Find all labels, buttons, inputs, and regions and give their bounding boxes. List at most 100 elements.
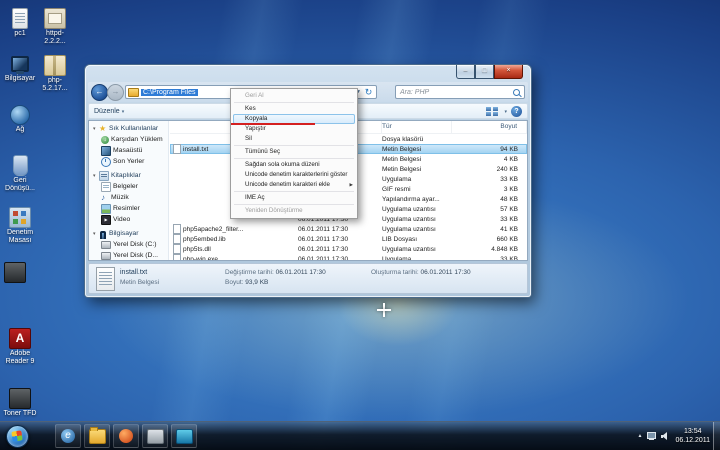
start-button[interactable] [6,425,29,448]
file-row[interactable]: php-win.exe 06.01.2011 17:30 Uygulama 33… [170,254,527,260]
created-value: 06.01.2011 17:30 [421,269,471,276]
show-desktop-button[interactable] [713,422,720,450]
taskbar-button-app1[interactable] [142,424,168,448]
context-menu-item[interactable]: Unicode denetim karakterlerini göster ▶ [231,170,357,180]
desktop-icon-app[interactable] [0,262,30,284]
file-row[interactable]: php5embed.lib 06.01.2011 17:30 LIB Dosya… [170,234,527,244]
close-button[interactable]: × [494,65,523,79]
column-header-size[interactable]: Boyut [452,121,527,133]
volume-tray-icon[interactable] [661,432,670,440]
desktop-icon-recycle-bin[interactable]: Geri Dönüşü... [3,155,37,193]
sidebar-item[interactable]: ▾ Müzik [89,192,168,203]
context-menu-item[interactable]: ▶ [234,158,354,159]
forward-button[interactable]: → [107,84,124,101]
desktop-icon-adobe-reader[interactable]: Adobe Reader 9 [3,328,37,366]
context-menu-item[interactable]: Yeniden Dönüştürme ▶ [231,206,357,216]
text-file-icon [12,8,28,29]
sidebar-item[interactable]: ▾ Sık Kullanılanlar [89,123,168,134]
taskbar-button-app2[interactable] [171,424,197,448]
network-tray-icon[interactable] [647,432,656,440]
organize-button[interactable]: Düzenle [94,108,120,115]
sidebar-item-icon [101,146,111,156]
help-icon[interactable]: ? [511,106,522,117]
context-menu-item[interactable]: Unicode denetim karakteri ekle ▶ [231,180,357,190]
desktop-icon-php[interactable]: php-5.2.17... [38,55,72,93]
desktop-icon-pc1[interactable]: pc1 [3,8,37,38]
file-name-cell: php5apache2_filter... [170,224,298,234]
context-menu-item[interactable]: Sil ▶ [231,134,357,144]
sidebar-item[interactable]: ▾ Son Yerler [89,156,168,167]
context-menu-item[interactable]: IME Aç ▶ [231,193,357,203]
sidebar-item-icon [99,171,109,181]
sidebar-item[interactable]: ▾ Bilgisayar [89,228,168,239]
taskbar-button-ie[interactable] [55,424,81,448]
installer-icon [44,8,66,29]
menu-item-label: Kopyala [245,115,267,122]
context-menu-item[interactable]: ▶ [234,145,354,146]
desktop-icon-network[interactable]: Ağ [3,105,37,134]
desktop-icon-label: Denetim Masası [3,229,37,245]
window-controls: – □ × [456,65,523,79]
context-menu-item[interactable]: ▶ [234,191,354,192]
sidebar-item[interactable]: ▾ Belgeler [89,181,168,192]
change-view-icon[interactable] [486,107,498,116]
refresh-icon[interactable]: ↻ [363,86,374,98]
sidebar-item[interactable]: ▾ Resimler [89,203,168,214]
context-menu: Geri Al ▶ ▶ Kes ▶ Kopyala ▶ Yapıştır ▶ S… [230,88,358,219]
clock[interactable]: 13:54 06.12.2011 [675,427,710,446]
sidebar-item[interactable]: ▾ Video [89,214,168,225]
context-menu-item[interactable]: Tümünü Seç ▶ [231,147,357,157]
app-icon [4,262,26,283]
clock-date: 06.12.2011 [675,437,710,444]
context-menu-item[interactable]: ▶ [234,102,354,103]
sidebar-item[interactable]: ▾ Karşıdan Yüklem [89,134,168,145]
sidebar-item[interactable]: ▾ Yerel Disk (C:) [89,239,168,250]
organize-dropdown-icon[interactable]: ▾ [122,109,125,115]
back-button[interactable]: ← [91,84,108,101]
file-icon [173,144,181,154]
sidebar-item[interactable]: ▾ Yerel Disk (D... [89,250,168,260]
file-size: 94 KB [452,146,527,153]
context-menu-item[interactable]: Sağdan sola okuma düzeni ▶ [231,160,357,170]
sidebar-item-label: Müzik [111,194,129,201]
folder-icon [128,88,139,97]
search-icon[interactable] [513,89,520,96]
navigation-pane: ▾ Sık Kullanılanlar ▾ Karşıdan Yüklem ▾ … [89,121,169,260]
app-icon [147,429,164,444]
file-size: 33 KB [452,216,527,223]
address-path-selected[interactable]: C:\Program Files [141,89,198,96]
browser-icon [119,429,133,443]
desktop-icon-httpd[interactable]: httpd-2.2.2... [38,8,72,46]
file-row[interactable]: php5ts.dll 06.01.2011 17:30 Uygulama uza… [170,244,527,254]
control-panel-icon [9,207,31,228]
desktop-icon-label: Geri Dönüşü... [3,177,37,193]
sidebar-item-label: Son Yerler [113,158,144,165]
context-menu-item[interactable]: Kes ▶ [231,104,357,114]
computer-icon [10,55,30,74]
context-menu-item[interactable]: Geri Al ▶ [231,91,357,101]
search-box[interactable]: Ara: PHP [395,85,525,99]
file-row[interactable]: php5apache2_filter... 06.01.2011 17:30 U… [170,224,527,234]
desktop-icon-control-panel[interactable]: Denetim Masası [3,207,37,245]
file-icon [173,224,181,234]
selected-file-type: Metin Belgesi [120,279,159,286]
sidebar-item-icon [99,125,107,133]
desktop-icon-toner[interactable]: Toner TFD [3,388,37,418]
maximize-button[interactable]: □ [475,65,494,79]
windows-logo-icon [11,430,22,441]
sidebar-item[interactable]: ▾ Masaüstü [89,145,168,156]
context-menu-item[interactable]: ▶ [234,204,354,205]
views-dropdown-icon[interactable]: ▾ [504,109,507,115]
desktop-icon-computer[interactable]: Bilgisayar [3,55,37,83]
taskbar-button-explorer[interactable] [84,424,110,448]
column-header-type[interactable]: Tür [382,121,452,133]
context-menu-item[interactable]: Yapıştır ▶ [231,124,357,134]
app-icon [176,429,193,444]
sidebar-item-label: Bilgisayar [109,230,138,237]
minimize-button[interactable]: – [456,65,475,79]
sidebar-item[interactable]: ▾ Kitaplıklar [89,170,168,181]
hidden-icons-button[interactable]: ▲ [638,433,643,439]
taskbar-button-browser[interactable] [113,424,139,448]
menu-item-label: Tümünü Seç [245,148,280,155]
file-icon [173,254,181,260]
